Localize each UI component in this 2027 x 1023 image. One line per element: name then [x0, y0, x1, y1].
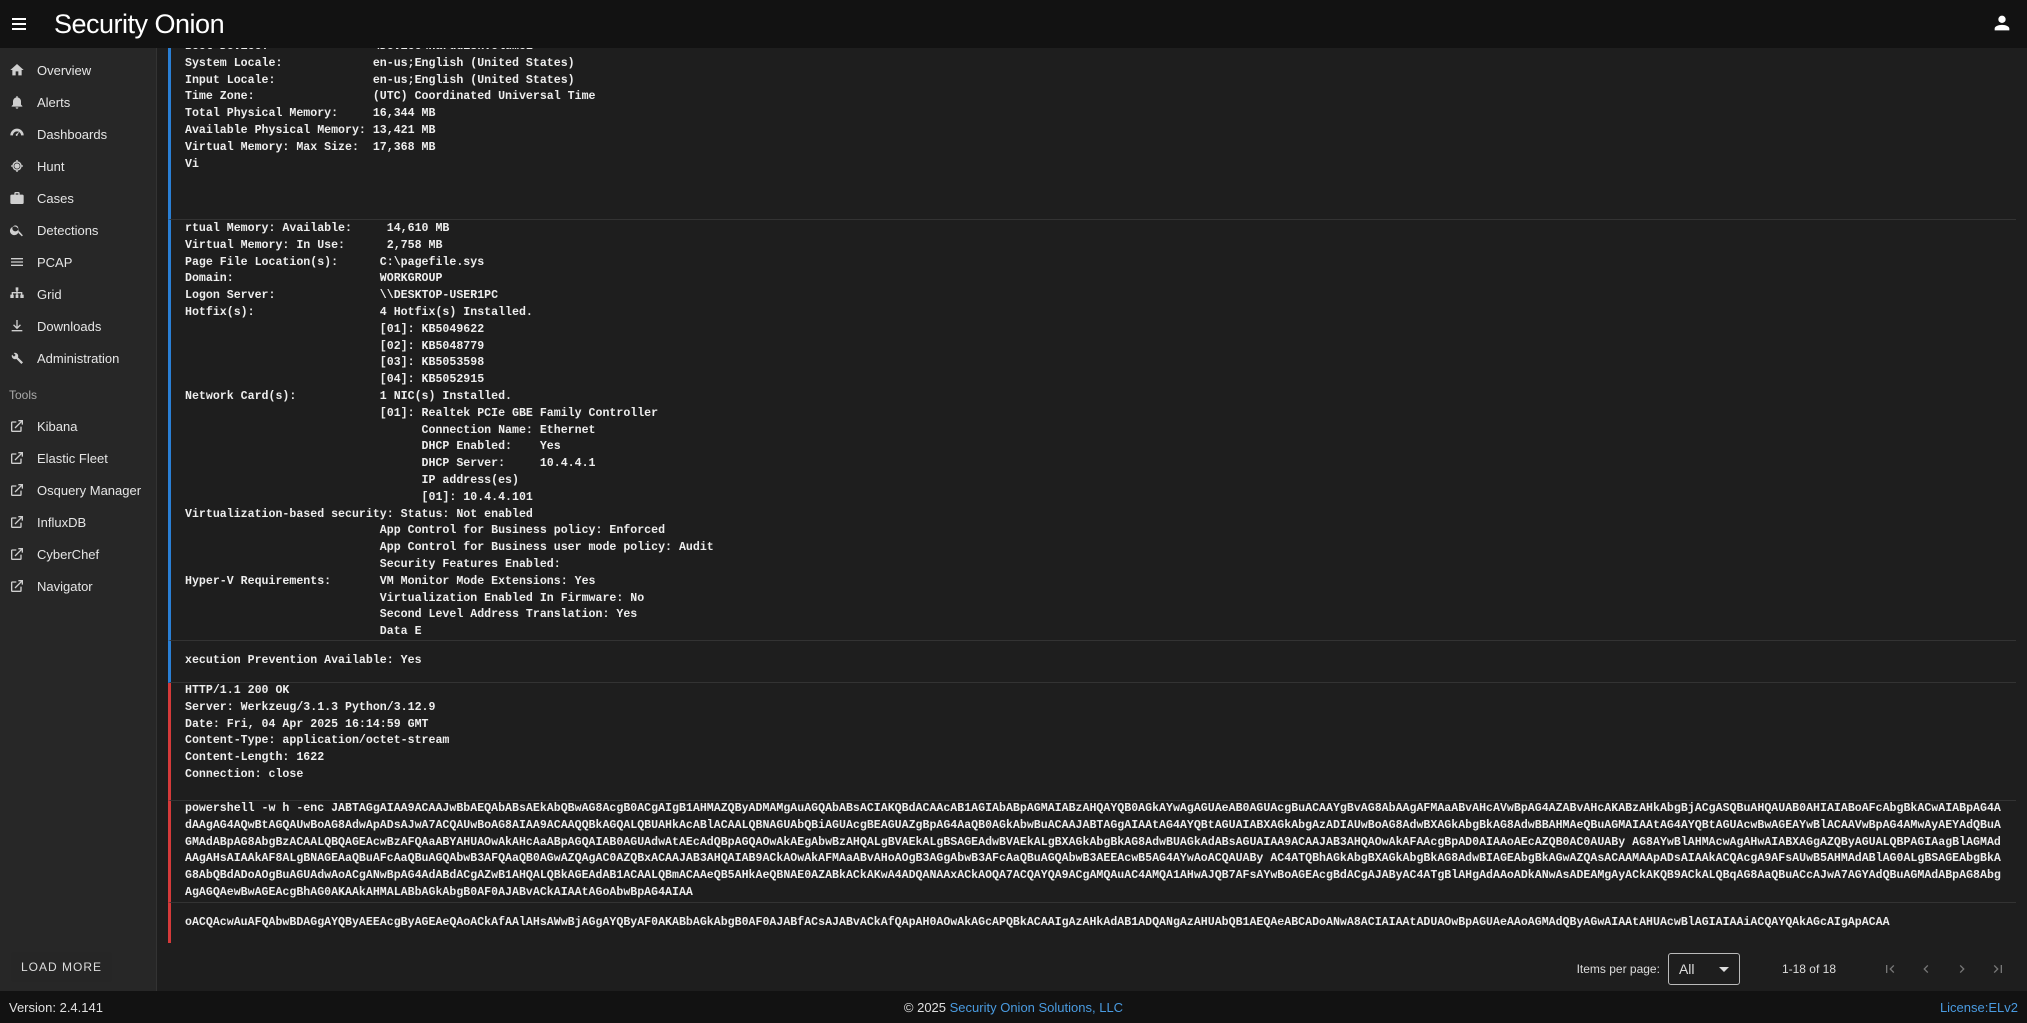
- copyright: © 2025 Security Onion Solutions, LLC: [0, 1000, 2027, 1015]
- app-bar: Security Onion: [0, 0, 2027, 48]
- previous-page-button[interactable]: [1908, 951, 1944, 987]
- sidebar-item-label: Dashboards: [37, 126, 108, 142]
- first-page-icon: [1886, 965, 1895, 973]
- briefcase-icon: [9, 190, 25, 206]
- sidebar-item-detections[interactable]: Detections: [0, 214, 156, 246]
- log-segment-6: oACQAcwAuAFQAbwBDAGgAYQByAEEAcgByAGEAeQA…: [168, 903, 2016, 943]
- tools-icon: [9, 350, 25, 366]
- external-link-icon: [9, 546, 25, 562]
- brand-text: Security Onion: [54, 8, 225, 39]
- sidebar-item-kibana[interactable]: Kibana: [0, 410, 156, 442]
- first-page-button[interactable]: [1872, 951, 1908, 987]
- sidebar-item-label: Kibana: [37, 418, 78, 434]
- dashboard-icon: [9, 126, 25, 142]
- chevron-left-icon: [1923, 965, 1929, 973]
- brand-logo[interactable]: Security Onion: [54, 8, 225, 40]
- sidebar-item-elastic-fleet[interactable]: Elastic Fleet: [0, 442, 156, 474]
- sidebar-item-administration[interactable]: Administration: [0, 342, 156, 374]
- sidebar-item-label: Navigator: [37, 578, 93, 594]
- crosshair-icon: [9, 158, 25, 174]
- sidebar-item-cyberchef[interactable]: CyberChef: [0, 538, 156, 570]
- log-segment-5: powershell -w h -enc JABTAGgAIAA9ACAAJwB…: [168, 801, 2016, 903]
- external-link-icon: [9, 450, 25, 466]
- sidebar-item-label: Elastic Fleet: [37, 450, 108, 466]
- sidebar-item-label: Alerts: [37, 94, 71, 110]
- account-icon[interactable]: [1991, 12, 2013, 34]
- next-page-button[interactable]: [1944, 951, 1980, 987]
- tools-heading: Tools: [9, 388, 38, 402]
- menu-icon[interactable]: [0, 0, 38, 48]
- home-icon: [9, 62, 25, 78]
- footer: Version: 2.4.141 © 2025 Security Onion S…: [0, 991, 2027, 1023]
- chevron-down-icon: [1718, 966, 1729, 972]
- sidebar-item-grid[interactable]: Grid: [0, 278, 156, 310]
- sidebar-item-hunt[interactable]: Hunt: [0, 150, 156, 182]
- sidebar-item-navigator[interactable]: Navigator: [0, 570, 156, 602]
- log-segment-2: rtual Memory: Available: 14,610 MB Virtu…: [168, 220, 2016, 641]
- sidebar-item-dashboards[interactable]: Dashboards: [0, 118, 156, 150]
- company-link[interactable]: Security Onion Solutions, LLC: [950, 1000, 1123, 1015]
- sidebar-item-label: Osquery Manager: [37, 482, 142, 498]
- sidebar-item-label: InfluxDB: [37, 514, 87, 530]
- load-more-button[interactable]: LOAD MORE: [11, 952, 113, 982]
- main-content: Boot Device: \Device\HarddiskVolume1 Sys…: [157, 39, 2027, 994]
- sidebar-item-osquery-manager[interactable]: Osquery Manager: [0, 474, 156, 506]
- list-icon: [9, 254, 25, 270]
- sidebar-item-label: PCAP: [37, 254, 73, 270]
- external-link-icon: [9, 578, 25, 594]
- external-link-icon: [9, 482, 25, 498]
- sidebar-item-label: Downloads: [37, 318, 102, 334]
- copyright-prefix: © 2025: [903, 999, 950, 1015]
- items-per-page-value: All: [1678, 961, 1695, 977]
- sidebar-item-label: Grid: [37, 286, 62, 302]
- sidebar-item-label: Cases: [37, 190, 74, 206]
- sidebar-item-overview[interactable]: Overview: [0, 54, 156, 86]
- log-segment-1: Boot Device: \Device\HarddiskVolume1 Sys…: [168, 39, 2016, 220]
- sidebar-item-cases[interactable]: Cases: [0, 182, 156, 214]
- chevron-right-icon: [1959, 965, 1965, 973]
- sidebar-item-label: CyberChef: [37, 546, 100, 562]
- last-page-icon: [1993, 965, 2002, 973]
- items-per-page-label: Items per page:: [1576, 962, 1660, 976]
- sidebar-item-downloads[interactable]: Downloads: [0, 310, 156, 342]
- download-icon: [9, 318, 25, 334]
- log-segment-3: xecution Prevention Available: Yes: [168, 641, 2016, 683]
- external-link-icon: [9, 418, 25, 434]
- license-link[interactable]: License:ELv2: [1940, 1000, 2018, 1015]
- last-page-button[interactable]: [1980, 951, 2016, 987]
- paginator: Items per page: All 1-18 of 18: [168, 944, 2016, 994]
- sidebar-item-pcap[interactable]: PCAP: [0, 246, 156, 278]
- page-range: 1-18 of 18: [1781, 962, 1836, 976]
- log-segment-4: HTTP/1.1 200 OK Server: Werkzeug/3.1.3 P…: [168, 683, 2016, 801]
- sidebar-item-alerts[interactable]: Alerts: [0, 86, 156, 118]
- sidebar-item-label: Hunt: [37, 158, 65, 174]
- sidebar-item-label: Administration: [37, 350, 120, 366]
- sidebar-item-label: Overview: [37, 62, 92, 78]
- sidebar-item-label: Detections: [37, 222, 99, 238]
- items-per-page-select[interactable]: All: [1667, 953, 1740, 985]
- grid-icon: [9, 286, 25, 302]
- sidebar: Overview Alerts Dashboards Hunt Cases De…: [0, 48, 157, 991]
- sidebar-item-influxdb[interactable]: InfluxDB: [0, 506, 156, 538]
- external-link-icon: [9, 514, 25, 530]
- bell-icon: [9, 94, 25, 110]
- search-icon: [9, 222, 25, 238]
